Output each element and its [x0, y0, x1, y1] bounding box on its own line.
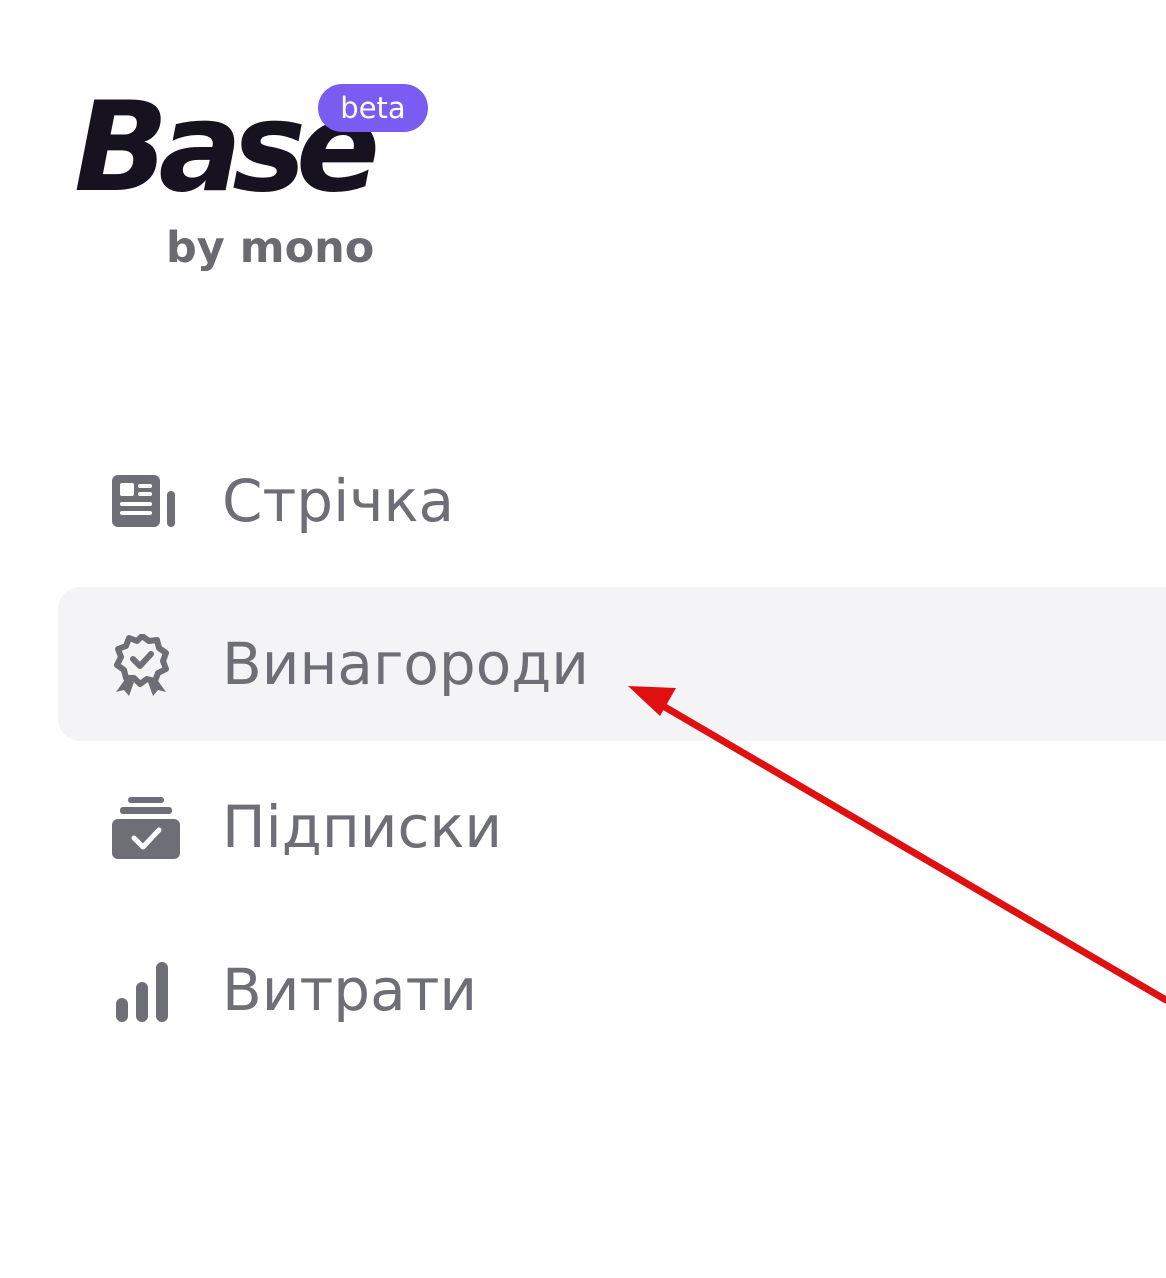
sidebar-item-subscriptions[interactable]: Підписки: [58, 750, 1166, 904]
bar-chart-icon: [112, 960, 182, 1022]
sidebar-item-rewards[interactable]: Винагороди: [58, 587, 1166, 741]
sidebar-nav: Стрічка Винагороди Підписки Витрати: [0, 0, 1166, 1278]
award-badge-icon: [112, 634, 182, 696]
subscriptions-check-icon: [112, 797, 182, 859]
sidebar-item-expenses[interactable]: Витрати: [58, 913, 1166, 1067]
sidebar-item-feed[interactable]: Стрічка: [58, 424, 1166, 578]
sidebar-item-label: Витрати: [222, 956, 478, 1024]
sidebar-item-label: Підписки: [222, 793, 503, 861]
newspaper-icon: [112, 471, 182, 533]
app-page: Base beta by mono Стрічка Винагороди Під…: [0, 0, 1166, 1278]
sidebar-item-label: Винагороди: [222, 630, 590, 698]
sidebar-item-label: Стрічка: [222, 467, 455, 535]
